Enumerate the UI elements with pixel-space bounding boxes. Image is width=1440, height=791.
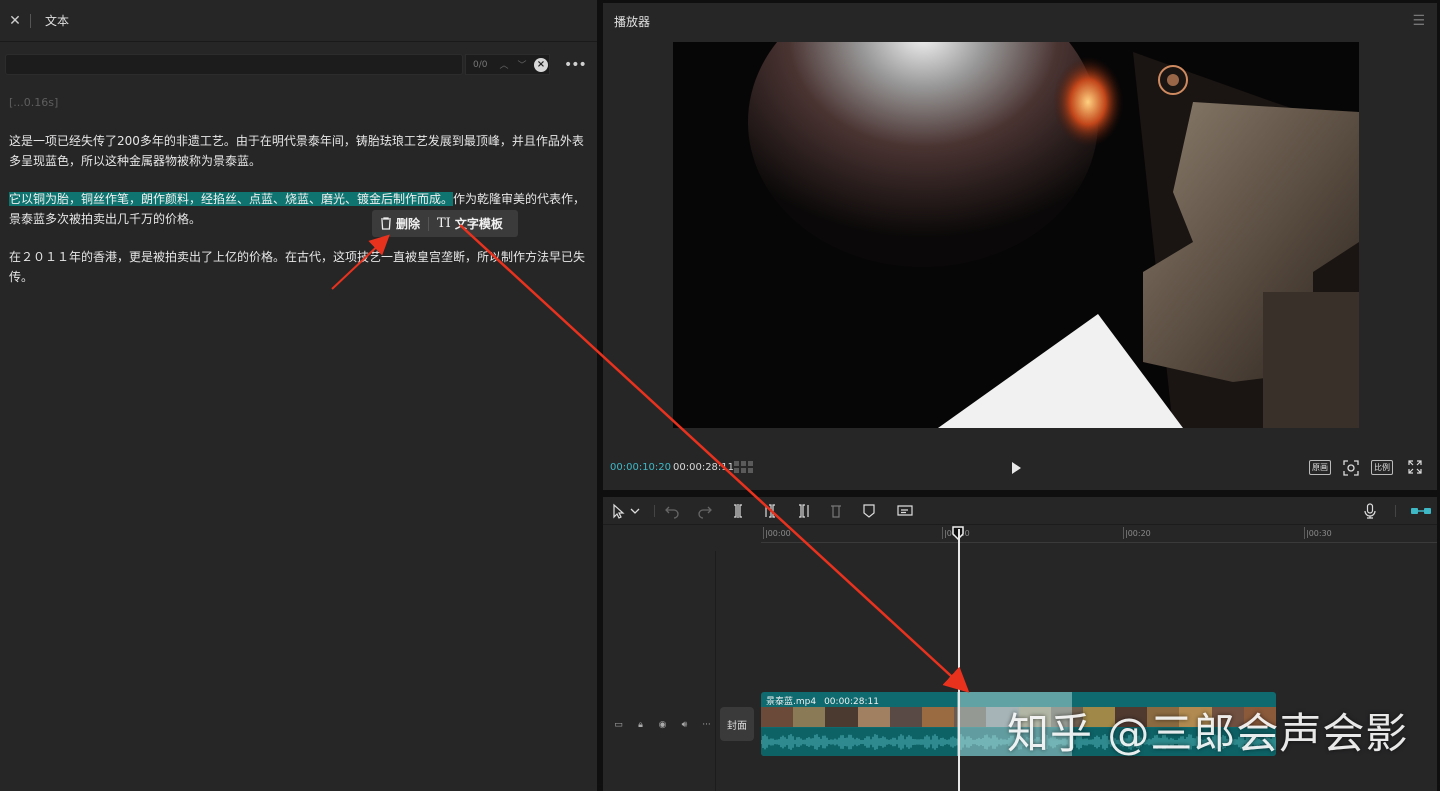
clip-title: 景泰蓝.mp4 00:00:28:11 — [766, 694, 887, 707]
divider — [1395, 505, 1396, 517]
watermark: 知乎 @三郎会声会影 — [1007, 709, 1409, 758]
paragraph-1[interactable]: 这是一项已经失传了200多年的非遗工艺。由于在明代景泰年间，铸胎珐琅工艺发展到最… — [9, 131, 589, 171]
play-icon[interactable] — [1008, 460, 1024, 476]
redo-icon[interactable] — [697, 503, 713, 519]
text-template-label: 文字模板 — [454, 217, 503, 231]
ruler-label: |00:30 — [1304, 527, 1332, 539]
current-time: 00:00:10:20 — [610, 462, 672, 473]
ruler-label: |00:00 — [763, 527, 791, 539]
text-template-icon: TI — [437, 216, 451, 231]
paragraph-3[interactable]: 在２０１１年的香港，更是被拍卖出了上亿的价格。在古代，这项技艺一直被皇宫垄断，所… — [9, 247, 589, 287]
cover-button[interactable]: 封面 — [720, 707, 754, 741]
text-panel-title: 文本 — [45, 14, 70, 28]
ruler-label: |00:20 — [1123, 527, 1151, 539]
selection-popup: 删除 TI 文字模板 — [372, 210, 518, 237]
microphone-icon[interactable] — [1362, 503, 1378, 519]
clip-name: 景泰蓝.mp4 — [766, 697, 817, 707]
video-frame — [673, 42, 1359, 428]
divider — [715, 551, 716, 791]
text-template-button[interactable]: TI 文字模板 — [429, 210, 511, 237]
search-bar: 0/0 ︿ ﹀ × ••• — [5, 54, 593, 75]
undo-icon[interactable] — [664, 503, 680, 519]
screenshot-icon[interactable] — [1343, 460, 1359, 476]
player-title: 播放器 — [614, 14, 651, 29]
split-icon[interactable] — [730, 503, 746, 519]
eye-icon[interactable]: ◉ — [656, 720, 669, 730]
clip-duration: 00:00:28:11 — [824, 697, 879, 707]
search-input[interactable] — [5, 54, 463, 75]
trash-icon — [381, 217, 391, 230]
divider — [30, 13, 31, 28]
video-preview[interactable] — [673, 42, 1359, 428]
trim-right-icon[interactable] — [795, 503, 811, 519]
delete-label: 删除 — [396, 217, 421, 231]
speaker-icon[interactable]: 🔊︎ — [678, 720, 691, 730]
selected-text[interactable]: 它以铜为胎，铜丝作笔，朗作颜料，经掐丝、点蓝、烧蓝、磨光、镀金后制作而成。 — [9, 192, 454, 206]
timeline-toolbar — [603, 497, 1437, 525]
ratio-button[interactable]: 比例 — [1371, 460, 1393, 475]
timestamp: [...0.16s] — [9, 96, 59, 109]
delete-icon[interactable] — [828, 503, 844, 519]
text-panel: ✕ 文本 0/0 ︿ ﹀ × ••• [...0.16s] 这是一项已经失传了2… — [0, 0, 597, 791]
lock-icon[interactable]: 🔒︎ — [634, 720, 647, 730]
link-tracks-icon[interactable] — [1410, 503, 1432, 519]
trim-left-icon[interactable] — [763, 503, 779, 519]
chevron-down-icon[interactable] — [630, 503, 640, 519]
search-nav: 0/0 ︿ ﹀ × — [465, 54, 550, 75]
text-panel-header: ✕ 文本 — [0, 0, 597, 42]
search-count: 0/0 — [473, 59, 488, 70]
cover-toggle-icon[interactable]: ▭ — [612, 720, 625, 730]
original-quality-button[interactable]: 原画 — [1309, 460, 1331, 475]
clear-search-icon[interactable]: × — [534, 57, 548, 72]
chevron-up-icon[interactable]: ︿ — [495, 58, 513, 71]
chevron-down-icon[interactable]: ﹀ — [513, 58, 531, 71]
marker-icon[interactable] — [861, 503, 877, 519]
delete-button[interactable]: 删除 — [372, 210, 428, 237]
time-ruler[interactable]: |00:00 |00:10 |00:20 |00:30 — [761, 525, 1437, 543]
more-icon[interactable]: ··· — [700, 720, 713, 730]
fullscreen-icon[interactable] — [1408, 460, 1422, 474]
divider — [654, 505, 655, 517]
player-panel: 播放器 ☰ 00:00:10:20 00:00:28:11 原画 比例 — [603, 3, 1437, 490]
total-time: 00:00:28:11 — [673, 462, 735, 473]
menu-icon[interactable]: ☰ — [1412, 13, 1425, 29]
playhead[interactable] — [958, 529, 960, 791]
track-header: ▭ 🔒︎ ◉ 🔊︎ ··· — [603, 697, 715, 753]
subtitle-icon[interactable] — [897, 503, 913, 519]
player-controls: 00:00:10:20 00:00:28:11 原画 比例 — [603, 454, 1437, 480]
close-icon[interactable]: ✕ — [0, 0, 30, 42]
select-cursor-icon[interactable] — [611, 503, 627, 519]
timecode-format-icon[interactable] — [734, 461, 754, 473]
player-header: 播放器 ☰ — [603, 3, 1437, 39]
app-window: ✕ 文本 0/0 ︿ ﹀ × ••• [...0.16s] 这是一项已经失传了2… — [0, 0, 1440, 791]
more-icon[interactable]: ••• — [564, 57, 587, 73]
